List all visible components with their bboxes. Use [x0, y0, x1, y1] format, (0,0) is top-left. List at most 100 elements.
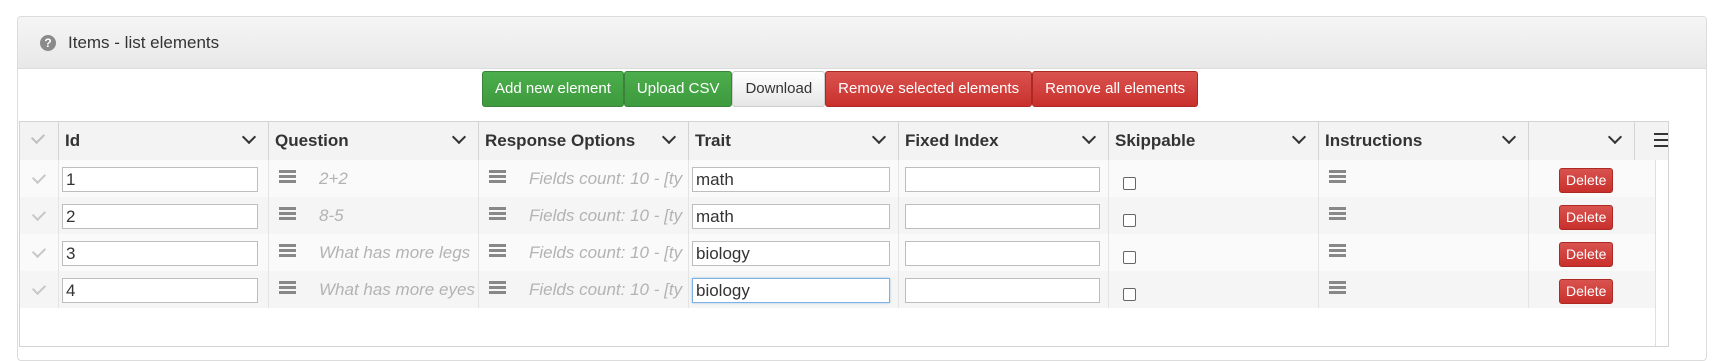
- response-options-text[interactable]: Fields count: 10 - [ty: [529, 234, 687, 271]
- question-text[interactable]: What has more legs: [319, 234, 477, 271]
- check-icon: [31, 280, 47, 296]
- trait-input[interactable]: biology: [692, 278, 890, 303]
- id-input[interactable]: 2: [62, 204, 258, 229]
- column-header-trait[interactable]: Trait: [689, 122, 899, 160]
- lines-icon[interactable]: [279, 281, 296, 296]
- column-header-question[interactable]: Question: [269, 122, 479, 160]
- grid-header: Id Question Response Options Trait Fixed…: [20, 122, 1668, 161]
- question-text[interactable]: 2+2: [319, 160, 477, 197]
- lines-icon[interactable]: [1329, 170, 1346, 185]
- trait-input[interactable]: biology: [692, 241, 890, 266]
- chevron-down-icon[interactable]: [1291, 129, 1307, 145]
- column-label-question: Question: [275, 131, 349, 150]
- cell-skippable: [1109, 234, 1319, 271]
- download-button[interactable]: Download: [732, 71, 826, 107]
- delete-button[interactable]: Delete: [1559, 242, 1614, 267]
- select-all-header[interactable]: [20, 122, 59, 160]
- lines-icon[interactable]: [1329, 281, 1346, 296]
- column-header-fixed-index[interactable]: Fixed Index: [899, 122, 1109, 160]
- lines-icon[interactable]: [489, 170, 506, 185]
- lines-icon[interactable]: [1329, 207, 1346, 222]
- skippable-checkbox[interactable]: [1123, 214, 1136, 227]
- lines-icon[interactable]: [1329, 244, 1346, 259]
- chevron-down-icon[interactable]: [871, 129, 887, 145]
- cell-skippable: [1109, 197, 1319, 234]
- lines-icon[interactable]: [489, 207, 506, 222]
- panel-heading: ? Items - list elements: [18, 17, 1706, 69]
- check-icon: [31, 206, 47, 222]
- response-options-text[interactable]: Fields count: 10 - [ty: [529, 197, 687, 234]
- delete-button[interactable]: Delete: [1559, 168, 1614, 193]
- cell-question: What has more legs: [269, 234, 479, 271]
- row-select[interactable]: [20, 234, 59, 271]
- response-options-text[interactable]: Fields count: 10 - [ty: [529, 160, 687, 197]
- row-select[interactable]: [20, 160, 59, 197]
- column-label-fixed-index: Fixed Index: [905, 131, 999, 150]
- chevron-down-icon[interactable]: [241, 129, 257, 145]
- table-row: 4 What has more eyes Fields count: 10 - …: [20, 271, 1655, 308]
- cell-id: 3: [59, 234, 269, 271]
- cell-question: 2+2: [269, 160, 479, 197]
- column-label-instructions: Instructions: [1325, 131, 1423, 150]
- cell-fixed-index: [899, 160, 1109, 197]
- skippable-checkbox[interactable]: [1123, 177, 1136, 190]
- cell-instructions: [1319, 197, 1529, 234]
- table-row: 2 8-5 Fields count: 10 - [ty math Delete: [20, 197, 1655, 234]
- id-input[interactable]: 3: [62, 241, 258, 266]
- cell-skippable: [1109, 271, 1319, 308]
- fixed-index-input[interactable]: [905, 278, 1100, 303]
- table-row: 1 2+2 Fields count: 10 - [ty math Delete: [20, 160, 1655, 197]
- skippable-checkbox[interactable]: [1123, 288, 1136, 301]
- lines-icon[interactable]: [489, 281, 506, 296]
- trait-input[interactable]: math: [692, 167, 890, 192]
- row-select[interactable]: [20, 197, 59, 234]
- lines-icon[interactable]: [279, 170, 296, 185]
- cell-response-options: Fields count: 10 - [ty: [479, 234, 689, 271]
- column-header-id[interactable]: Id: [59, 122, 269, 160]
- cell-instructions: [1319, 160, 1529, 197]
- trait-input[interactable]: math: [692, 204, 890, 229]
- cell-id: 4: [59, 271, 269, 308]
- remove-all-button[interactable]: Remove all elements: [1032, 71, 1199, 107]
- question-text[interactable]: What has more eyes: [319, 271, 477, 308]
- id-input[interactable]: 1: [62, 167, 258, 192]
- chevron-down-icon[interactable]: [1081, 129, 1097, 145]
- help-icon[interactable]: ?: [40, 34, 56, 51]
- chevron-down-icon[interactable]: [661, 129, 677, 145]
- delete-button[interactable]: Delete: [1559, 205, 1614, 230]
- table-row: 3 What has more legs Fields count: 10 - …: [20, 234, 1655, 271]
- toolbar: Add new element Upload CSV Download Remo…: [482, 71, 1199, 107]
- delete-button[interactable]: Delete: [1559, 279, 1614, 304]
- lines-icon[interactable]: [489, 244, 506, 259]
- lines-icon[interactable]: [279, 244, 296, 259]
- chevron-down-icon[interactable]: [1607, 129, 1623, 145]
- chevron-down-icon[interactable]: [1501, 129, 1517, 145]
- fixed-index-input[interactable]: [905, 241, 1100, 266]
- cell-trait: math: [689, 197, 899, 234]
- column-header-response-options[interactable]: Response Options: [479, 122, 689, 160]
- fixed-index-input[interactable]: [905, 167, 1100, 192]
- remove-selected-button[interactable]: Remove selected elements: [825, 71, 1033, 107]
- menu-icon[interactable]: [1654, 133, 1668, 151]
- vertical-scrollbar[interactable]: [1655, 160, 1668, 346]
- column-header-actions[interactable]: [1529, 122, 1635, 160]
- skippable-checkbox[interactable]: [1123, 251, 1136, 264]
- id-input[interactable]: 4: [62, 278, 258, 303]
- fixed-index-input[interactable]: [905, 204, 1100, 229]
- cell-id: 1: [59, 160, 269, 197]
- lines-icon[interactable]: [279, 207, 296, 222]
- cell-id: 2: [59, 197, 269, 234]
- cell-actions: Delete: [1529, 197, 1655, 234]
- upload-csv-button[interactable]: Upload CSV: [623, 71, 733, 107]
- response-options-text[interactable]: Fields count: 10 - [ty: [529, 271, 687, 308]
- row-select[interactable]: [20, 271, 59, 308]
- cell-response-options: Fields count: 10 - [ty: [479, 271, 689, 308]
- column-header-instructions[interactable]: Instructions: [1319, 122, 1529, 160]
- chevron-down-icon[interactable]: [451, 129, 467, 145]
- question-text[interactable]: 8-5: [319, 197, 477, 234]
- column-header-skippable[interactable]: Skippable: [1109, 122, 1319, 160]
- cell-trait: biology: [689, 234, 899, 271]
- cell-response-options: Fields count: 10 - [ty: [479, 197, 689, 234]
- cell-response-options: Fields count: 10 - [ty: [479, 160, 689, 197]
- add-element-button[interactable]: Add new element: [482, 71, 624, 107]
